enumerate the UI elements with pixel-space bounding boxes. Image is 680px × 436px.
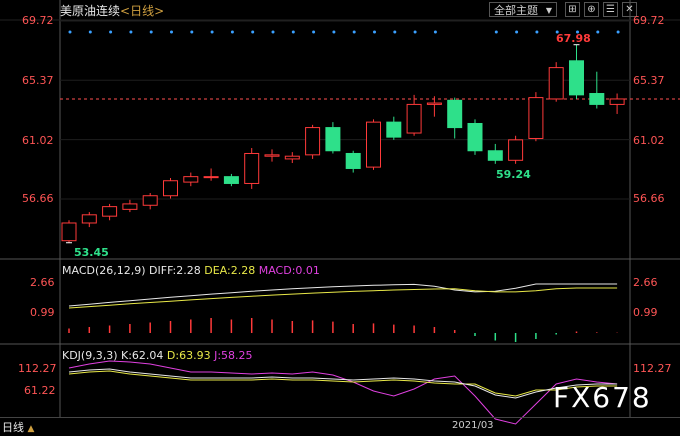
instrument-name: 美原油连续 bbox=[60, 4, 121, 18]
kdj-d: D:63.93 bbox=[166, 349, 211, 362]
candle-body bbox=[487, 150, 503, 161]
kdj-axis-right: 112.27 bbox=[633, 362, 672, 375]
candle-body bbox=[61, 222, 77, 242]
candle-body bbox=[122, 203, 138, 210]
signal-dot bbox=[190, 30, 194, 34]
kdj-j: J:58.25 bbox=[214, 349, 253, 362]
kdj-k-line bbox=[68, 368, 618, 399]
candle-body bbox=[203, 176, 219, 179]
macd-title: MACD(26,12,9) DIFF:2.28 DEA:2.28 MACD:0.… bbox=[62, 264, 320, 277]
grid-icon[interactable]: ⊞ bbox=[565, 2, 580, 17]
signal-dot bbox=[596, 30, 600, 34]
signal-dot bbox=[291, 30, 295, 34]
watermark-logo: FX678 bbox=[553, 381, 652, 414]
price-axis-left-label: 69.72 bbox=[22, 14, 54, 27]
theme-select-value: 全部主题 bbox=[494, 4, 538, 17]
candle-body bbox=[609, 98, 625, 105]
macd-axis-right: 0.99 bbox=[633, 306, 658, 319]
candle-body bbox=[467, 122, 483, 152]
price-axis-left-label: 61.02 bbox=[22, 134, 54, 147]
signal-dot bbox=[230, 30, 234, 34]
signal-dot bbox=[210, 30, 214, 34]
signal-dot bbox=[413, 30, 417, 34]
signal-dot bbox=[109, 30, 113, 34]
signal-dot bbox=[616, 30, 620, 34]
macd-params: MACD(26,12,9) bbox=[62, 264, 146, 277]
signal-dot bbox=[251, 30, 255, 34]
candle-body bbox=[244, 152, 260, 184]
period-tab-label: 日线 bbox=[2, 421, 24, 434]
candle-body bbox=[589, 93, 605, 105]
signal-dot bbox=[535, 30, 539, 34]
chevron-up-icon: ▲ bbox=[27, 424, 35, 434]
candle-body bbox=[345, 152, 361, 169]
macd-dea: DEA:2.28 bbox=[204, 264, 256, 277]
candle-body bbox=[528, 97, 544, 139]
macd-dea-line bbox=[68, 287, 618, 309]
period-label[interactable]: <日线> bbox=[120, 4, 164, 18]
candle-body bbox=[142, 195, 158, 206]
macd-diff: DIFF:2.28 bbox=[149, 264, 201, 277]
macd-axis-left: 2.66 bbox=[30, 276, 55, 289]
price-axis-right-label: 69.72 bbox=[633, 14, 665, 27]
list-icon[interactable]: ☰ bbox=[603, 2, 618, 17]
price-axis-left-label: 65.37 bbox=[22, 74, 54, 87]
kdj-axis-left: 112.27 bbox=[18, 362, 57, 375]
low-price-label: 59.24 bbox=[496, 168, 531, 181]
signal-dot bbox=[494, 30, 498, 34]
candle-body bbox=[508, 139, 524, 161]
candle-body bbox=[81, 214, 97, 224]
high-price-label: 67.98 bbox=[556, 32, 591, 45]
signal-dot bbox=[170, 30, 173, 34]
candle-body bbox=[102, 206, 118, 217]
bottom-bar: 日线 ▲ 2021/03 bbox=[0, 417, 680, 436]
candle-body bbox=[569, 60, 584, 96]
signal-dot bbox=[515, 30, 519, 34]
price-axis-right-label: 65.37 bbox=[633, 74, 665, 87]
candle-body bbox=[163, 180, 178, 197]
signal-dot bbox=[129, 30, 133, 34]
chart-title: 美原油连续<日线> bbox=[60, 2, 164, 20]
price-axis-right-label: 61.02 bbox=[633, 134, 665, 147]
signal-dot bbox=[312, 30, 316, 34]
candle-body bbox=[183, 176, 199, 183]
candle-body bbox=[426, 102, 442, 105]
kdj-axis-left: 61.22 bbox=[24, 384, 56, 397]
candle-body bbox=[386, 121, 402, 138]
signal-dot bbox=[88, 30, 92, 34]
macd-axis-left: 0.99 bbox=[30, 306, 55, 319]
kdj-params: KDJ(9,3,3) bbox=[62, 349, 118, 362]
candle-body bbox=[223, 176, 239, 184]
kdj-title: KDJ(9,3,3) K:62.04 D:63.93 J:58.25 bbox=[62, 349, 253, 362]
chevron-down-icon: ▼ bbox=[545, 6, 552, 15]
kdj-k: K:62.04 bbox=[121, 349, 164, 362]
candle-body bbox=[264, 154, 280, 157]
pin-icon[interactable]: ⊕ bbox=[584, 2, 599, 17]
macd-value: MACD:0.01 bbox=[258, 264, 320, 277]
signal-dot bbox=[352, 30, 356, 34]
signal-dot bbox=[393, 30, 397, 34]
candle-body bbox=[447, 99, 463, 129]
theme-select[interactable]: 全部主题 ▼ bbox=[489, 2, 557, 17]
chart-canvas[interactable] bbox=[0, 0, 680, 435]
period-tab[interactable]: 日线 ▲ bbox=[2, 419, 34, 435]
candle-body bbox=[548, 67, 564, 100]
candle-body bbox=[406, 103, 422, 134]
signal-dot bbox=[332, 30, 336, 34]
signal-dot bbox=[149, 30, 153, 34]
low-price-label: 53.45 bbox=[74, 246, 109, 259]
candle-body bbox=[366, 121, 381, 168]
candle-body bbox=[305, 127, 321, 156]
price-axis-left-label: 56.66 bbox=[22, 192, 54, 205]
signal-dot bbox=[433, 30, 437, 34]
macd-axis-right: 2.66 bbox=[633, 276, 658, 289]
candle-body bbox=[325, 127, 341, 152]
signal-dot bbox=[68, 30, 72, 34]
price-axis-right-label: 56.66 bbox=[633, 192, 665, 205]
candle-body bbox=[284, 155, 300, 160]
date-axis-label: 2021/03 bbox=[452, 420, 494, 431]
signal-dot bbox=[373, 30, 376, 34]
signal-dot bbox=[271, 30, 275, 34]
